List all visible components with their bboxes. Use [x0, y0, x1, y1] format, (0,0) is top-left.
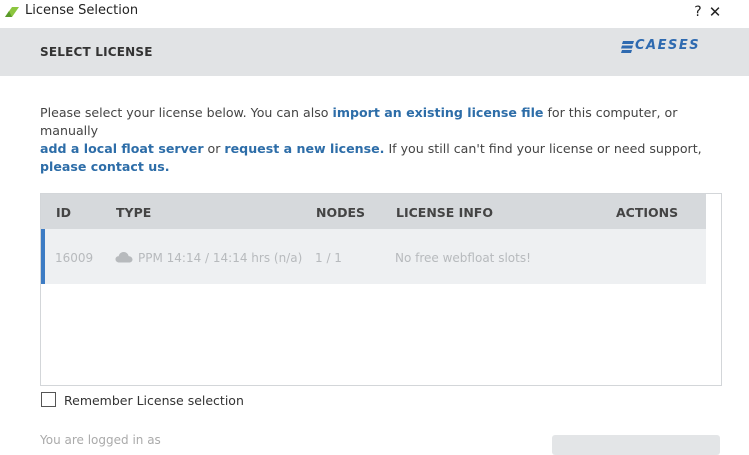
row-selection-marker — [41, 229, 45, 284]
close-button[interactable]: ✕ — [700, 2, 730, 22]
cell-type: PPM 14:14 / 14:14 hrs (n/a) — [138, 251, 303, 265]
footer-button[interactable] — [552, 435, 720, 455]
table-scrollbar[interactable] — [706, 194, 721, 385]
remember-checkbox[interactable] — [41, 392, 56, 407]
window-title: License Selection — [25, 3, 139, 18]
add-float-server-link[interactable]: add a local float server — [40, 141, 204, 156]
table-row[interactable]: 16009 PPM 14:14 / 14:14 hrs (n/a) 1 / 1 … — [41, 229, 706, 284]
caeses-logo: CAESES — [621, 38, 721, 55]
cell-license-info: No free webfloat slots! — [395, 251, 531, 265]
intro-text: Please select your license below. You ca… — [40, 104, 710, 176]
request-license-link[interactable]: request a new license. — [224, 141, 384, 156]
cell-id: 16009 — [55, 251, 94, 265]
contact-us-link[interactable]: please contact us. — [40, 159, 170, 174]
window-titlebar: License Selection ? ✕ — [0, 0, 749, 24]
table-header: ID TYPE NODES LICENSE INFO ACTIONS — [41, 194, 706, 229]
license-table: ID TYPE NODES LICENSE INFO ACTIONS 16009… — [40, 193, 722, 386]
column-header-nodes: NODES — [316, 205, 366, 220]
intro-text-3: or — [203, 141, 225, 156]
logged-in-text: You are logged in as — [40, 433, 161, 447]
column-header-actions: ACTIONS — [616, 205, 679, 220]
intro-text-1: Please select your license below. You ca… — [40, 105, 333, 120]
remember-label: Remember License selection — [64, 393, 244, 408]
cell-nodes: 1 / 1 — [315, 251, 342, 265]
app-logo-icon — [4, 4, 20, 20]
import-license-link[interactable]: import an existing license file — [333, 105, 544, 120]
cloud-icon — [115, 252, 133, 263]
page-title: SELECT LICENSE — [40, 45, 153, 59]
column-header-license-info: LICENSE INFO — [396, 205, 493, 220]
column-header-type: TYPE — [116, 205, 152, 220]
caeses-logo-text: CAESES — [635, 38, 701, 53]
intro-text-4: If you still can't find your license or … — [384, 141, 702, 156]
caeses-logo-icon — [621, 41, 634, 53]
column-header-id: ID — [56, 205, 72, 220]
